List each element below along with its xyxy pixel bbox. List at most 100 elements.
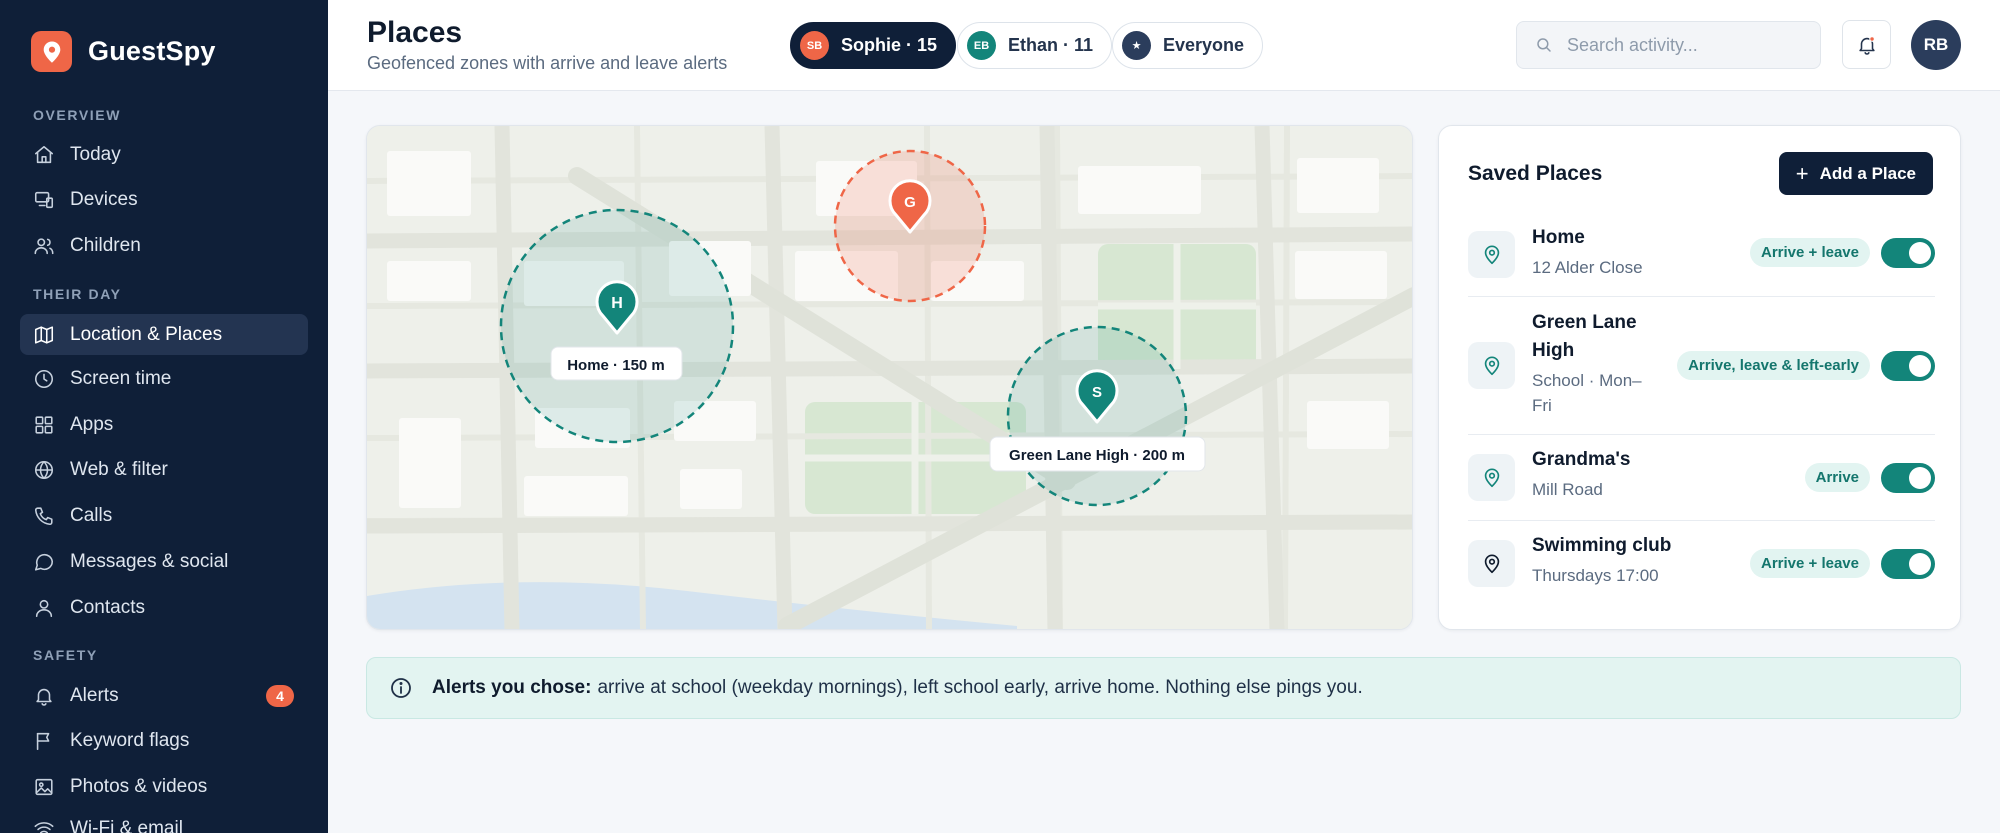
location-pin-icon <box>1468 342 1515 389</box>
toggle-knob <box>1909 242 1931 264</box>
place-toggle-swimming[interactable] <box>1881 549 1935 579</box>
place-row-swimming[interactable]: Swimming club Thursdays 17:00 Arrive + l… <box>1468 520 1935 606</box>
chip-avatar: SB <box>800 31 829 60</box>
plus-icon: + <box>1795 160 1809 186</box>
home-zone-label-text: Home · 150 m <box>567 357 665 374</box>
sidebar-item-wifi[interactable]: Wi-Fi & email <box>20 808 308 833</box>
place-name-line2: High <box>1532 340 1575 361</box>
sidebar-item-apps[interactable]: Apps <box>20 404 308 445</box>
alerts-summary-note: Alerts you chose: arrive at school (week… <box>366 657 1961 719</box>
sidebar-item-messages[interactable]: Messages & social <box>20 541 308 582</box>
bell-icon <box>1858 35 1875 55</box>
sidebar-item-label: Keyword flags <box>70 729 190 751</box>
sidebar-item-label: Screen time <box>70 367 172 389</box>
chip-label: Ethan · 11 <box>1008 35 1094 55</box>
sidebar-item-location[interactable]: Location & Places <box>20 314 308 355</box>
place-name: Grandma's <box>1532 449 1631 470</box>
sidebar-item-web[interactable]: Web & filter <box>20 449 308 490</box>
sidebar: GuestSpy OVERVIEW Today Devices Children… <box>0 0 328 833</box>
saved-places-panel: Saved Places + Add a Place Home 12 Alder… <box>1438 125 1961 630</box>
school-marker-letter: S <box>1092 384 1102 401</box>
user-avatar[interactable]: RB <box>1911 20 1961 70</box>
alert-type-badge: Arrive <box>1804 463 1870 492</box>
toggle-knob <box>1909 355 1931 377</box>
chip-label: Everyone <box>1163 35 1245 55</box>
toggle-knob <box>1909 553 1931 575</box>
grandma-marker-letter: G <box>904 194 916 211</box>
nav-section-overview: OVERVIEW <box>33 107 122 123</box>
info-icon <box>391 678 411 698</box>
place-toggle-grandma[interactable] <box>1881 463 1935 493</box>
home-marker-letter: H <box>611 295 623 312</box>
toggle-knob <box>1909 467 1931 489</box>
place-name: Home <box>1532 227 1585 248</box>
sidebar-item-keyword-flags[interactable]: Keyword flags <box>20 720 308 761</box>
place-address: Mill Road <box>1532 480 1603 499</box>
place-name: Swimming club <box>1532 535 1672 556</box>
sidebar-item-children[interactable]: Children <box>20 225 308 266</box>
grid-icon <box>35 415 53 434</box>
home-zone-label: Home · 150 m <box>550 346 683 381</box>
home-icon <box>34 145 54 163</box>
location-pin-icon <box>1468 231 1515 278</box>
page-subtitle: Geofenced zones with arrive and leave al… <box>367 53 728 73</box>
place-toggle-home[interactable] <box>1881 238 1935 268</box>
brand[interactable]: GuestSpy <box>31 31 216 72</box>
add-place-button[interactable]: + Add a Place <box>1778 152 1933 195</box>
note-text: arrive at school (weekday mornings), lef… <box>597 677 1363 698</box>
sidebar-item-photos[interactable]: Photos & videos <box>20 766 308 807</box>
search-box[interactable] <box>1516 21 1821 69</box>
sidebar-item-label: Calls <box>70 504 113 526</box>
sidebar-item-label: Alerts <box>70 684 119 706</box>
sidebar-item-alerts[interactable]: Alerts 4 <box>20 675 308 716</box>
top-header: Places Geofenced zones with arrive and l… <box>328 0 2000 91</box>
child-chip-ethan[interactable]: EB Ethan · 11 <box>957 22 1113 69</box>
child-chip-everyone[interactable]: ★ Everyone <box>1112 22 1264 69</box>
alert-type-badge: Arrive + leave <box>1750 549 1870 578</box>
sidebar-item-label: Contacts <box>70 596 145 618</box>
sidebar-item-label: Today <box>70 143 121 165</box>
place-row-grandma[interactable]: Grandma's Mill Road Arrive <box>1468 434 1935 520</box>
location-pin-icon <box>1468 454 1515 501</box>
brand-name: GuestSpy <box>88 36 216 66</box>
sidebar-item-today[interactable]: Today <box>20 134 308 175</box>
image-icon <box>35 778 53 795</box>
flag-icon <box>36 732 50 750</box>
sidebar-item-label: Wi-Fi & email <box>70 817 183 833</box>
sidebar-item-label: Location & Places <box>70 323 223 345</box>
place-toggle-school[interactable] <box>1881 351 1935 381</box>
bell-icon <box>36 688 52 706</box>
sidebar-item-screen-time[interactable]: Screen time <box>20 358 308 399</box>
child-chip-sophie[interactable]: SB Sophie · 15 <box>790 22 957 69</box>
location-pin-icon <box>1468 540 1515 587</box>
sidebar-item-label: Web & filter <box>70 458 168 480</box>
phone-icon <box>34 506 53 525</box>
sidebar-item-label: Children <box>70 234 141 256</box>
users-icon <box>34 237 54 254</box>
notifications-button[interactable] <box>1842 20 1891 69</box>
sidebar-item-label: Messages & social <box>70 550 229 572</box>
search-icon <box>1537 38 1551 52</box>
sidebar-item-devices[interactable]: Devices <box>20 179 308 220</box>
clock-icon <box>34 369 54 388</box>
map-canvas[interactable]: H Home · 150 m G S Green Lane High · 200… <box>367 126 1413 630</box>
sidebar-item-label: Devices <box>70 188 138 210</box>
map-view[interactable]: H Home · 150 m G S Green Lane High · 200… <box>366 125 1413 630</box>
school-zone-label-text: Green Lane High · 200 m <box>1009 447 1185 464</box>
place-schedule-line1: School · Mon– <box>1532 371 1642 390</box>
page-title: Places <box>367 16 463 49</box>
alert-type-badge: Arrive, leave & left-early <box>1677 351 1870 380</box>
saved-places-title: Saved Places <box>1468 162 1603 185</box>
map-icon <box>34 325 54 344</box>
sidebar-item-contacts[interactable]: Contacts <box>20 587 308 628</box>
sidebar-item-label: Photos & videos <box>70 775 208 797</box>
message-icon <box>34 553 54 571</box>
place-name-line1: Green Lane <box>1532 312 1637 333</box>
place-row-school[interactable]: Green Lane High School · Mon– Fri Arrive… <box>1468 296 1935 434</box>
alerts-count-badge: 4 <box>266 685 294 707</box>
note-heading: Alerts you chose: <box>432 677 592 698</box>
school-zone-label: Green Lane High · 200 m <box>989 436 1206 472</box>
place-row-home[interactable]: Home 12 Alder Close Arrive + leave <box>1468 224 1935 296</box>
search-input[interactable] <box>1567 34 1807 56</box>
sidebar-item-calls[interactable]: Calls <box>20 495 308 536</box>
